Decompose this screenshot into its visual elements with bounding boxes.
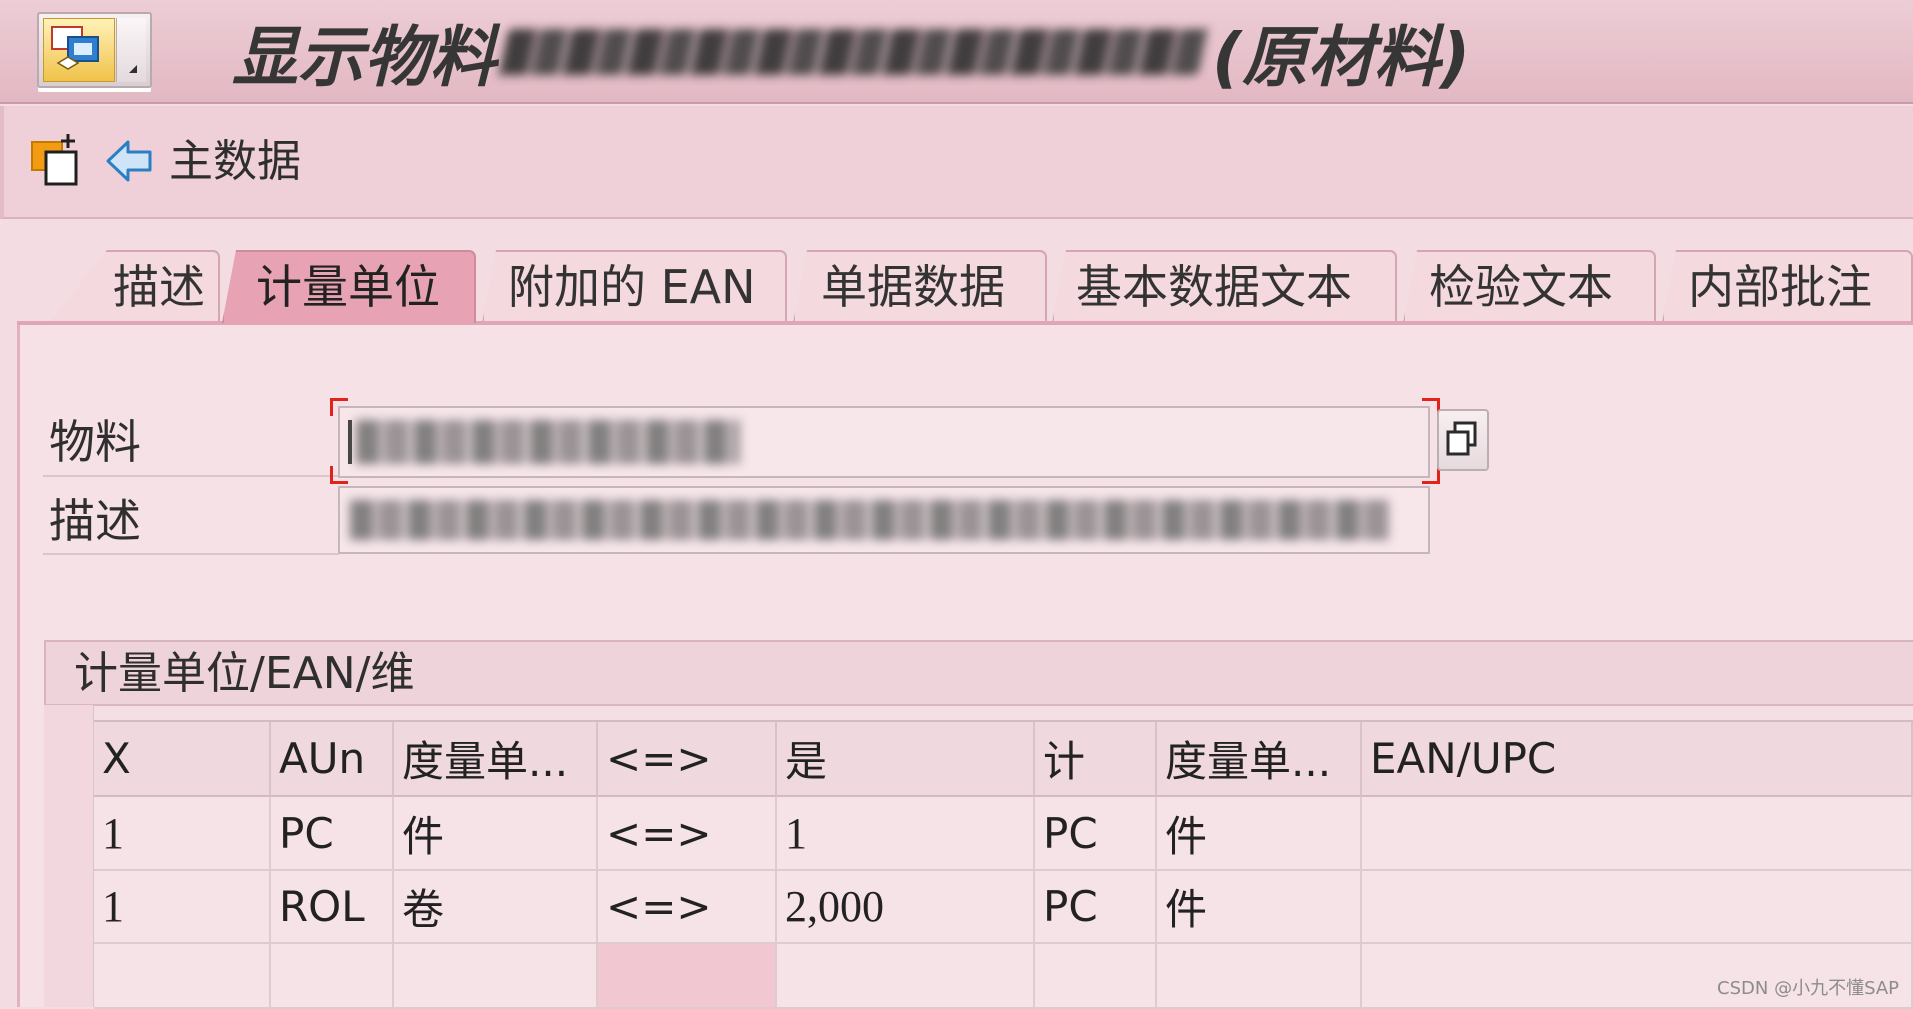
- table-cell-empty[interactable]: [1035, 944, 1157, 1009]
- table-cell-uom-text[interactable]: 件: [394, 797, 598, 871]
- other-views-icon[interactable]: [30, 130, 86, 188]
- window-title-prefix: 显示物料: [232, 19, 496, 96]
- redacted-description-value: [350, 500, 1390, 540]
- table-cell-uom-text[interactable]: 卷: [394, 871, 598, 944]
- application-toolbar: 主数据: [0, 106, 1913, 219]
- column-header-base-unit[interactable]: 计: [1035, 722, 1157, 797]
- table-cell-numerator[interactable]: 2,000: [777, 871, 1035, 944]
- tab-inspection-text[interactable]: 检验文本: [1403, 250, 1656, 323]
- table-cell-empty[interactable]: [777, 944, 1035, 1009]
- window-title-suffix: (原材料): [1212, 19, 1471, 96]
- redacted-material-value: [356, 420, 740, 464]
- column-header-x[interactable]: X: [94, 722, 271, 797]
- table-cell-base-uom-text[interactable]: 件: [1157, 797, 1362, 871]
- watermark: CSDN @小九不懂SAP: [1717, 978, 1899, 999]
- screen-icon: [43, 18, 115, 82]
- focus-corner-top-left: [330, 398, 348, 416]
- table-cell-aun[interactable]: PC: [271, 797, 394, 871]
- tab-description[interactable]: 描述: [49, 250, 220, 323]
- column-header-aun[interactable]: AUn: [271, 722, 394, 797]
- group-title: 计量单位/EAN/维: [74, 648, 415, 699]
- table-cell-base-unit[interactable]: PC: [1035, 797, 1157, 871]
- table-cell-base-uom-text[interactable]: 件: [1157, 871, 1362, 944]
- window-title: 显示物料 (原材料): [232, 14, 1470, 96]
- copy-icon: [1446, 421, 1477, 456]
- column-header-conversion[interactable]: <=>: [598, 722, 777, 797]
- table-cell-empty[interactable]: [394, 944, 598, 1009]
- table-cell-empty: [598, 944, 777, 1009]
- redacted-material-number: [499, 29, 1209, 75]
- table-cell-x[interactable]: 1: [94, 797, 271, 871]
- dropdown-area: [116, 18, 146, 82]
- copy-button[interactable]: [1437, 409, 1489, 471]
- table-cell-aun[interactable]: ROL: [271, 871, 394, 944]
- tab-basic-data-text[interactable]: 基本数据文本: [1052, 250, 1397, 323]
- table-cell-conversion: <=>: [598, 797, 777, 871]
- table-cell-x[interactable]: 1: [94, 871, 271, 944]
- table-cell-numerator[interactable]: 1: [777, 797, 1035, 871]
- uom-table: X AUn 度量单... <=> 是 计 度量单... EAN/UPC 1 PC…: [94, 720, 1913, 1009]
- focus-corner-bottom-left: [330, 466, 348, 484]
- table-cell-conversion: <=>: [598, 871, 777, 944]
- tab-internal-comment[interactable]: 内部批注: [1662, 250, 1913, 323]
- tab-document-data[interactable]: 单据数据: [793, 250, 1047, 323]
- table-cell-empty[interactable]: [271, 944, 394, 1009]
- table-cell-empty[interactable]: [1157, 944, 1362, 1009]
- tab-additional-ean[interactable]: 附加的 EAN: [482, 250, 787, 323]
- group-header: 计量单位/EAN/维: [46, 642, 1913, 706]
- row-selector-column[interactable]: [44, 705, 94, 1007]
- tab-units-of-measure[interactable]: 计量单位: [222, 250, 476, 323]
- main-data-button[interactable]: 主数据: [169, 136, 301, 188]
- label-underline: [43, 553, 339, 555]
- description-label: 描述: [49, 494, 141, 548]
- column-header-uom-text[interactable]: 度量单...: [394, 722, 598, 797]
- text-caret: [348, 420, 352, 464]
- system-menu-icon[interactable]: [37, 12, 152, 88]
- table-cell-ean-upc[interactable]: [1362, 871, 1913, 944]
- column-header-numerator[interactable]: 是: [777, 722, 1035, 797]
- table-cell-base-unit[interactable]: PC: [1035, 871, 1157, 944]
- title-bar: 显示物料 (原材料): [0, 0, 1913, 104]
- column-header-base-uom-text[interactable]: 度量单...: [1157, 722, 1362, 797]
- table-cell-ean-upc[interactable]: [1362, 797, 1913, 871]
- label-underline: [43, 475, 339, 477]
- back-arrow-icon[interactable]: [104, 138, 154, 184]
- dropdown-corner-icon: [129, 65, 137, 73]
- table-cell-empty[interactable]: [94, 944, 271, 1009]
- column-header-ean-upc[interactable]: EAN/UPC: [1362, 722, 1913, 797]
- material-label: 物料: [49, 415, 141, 469]
